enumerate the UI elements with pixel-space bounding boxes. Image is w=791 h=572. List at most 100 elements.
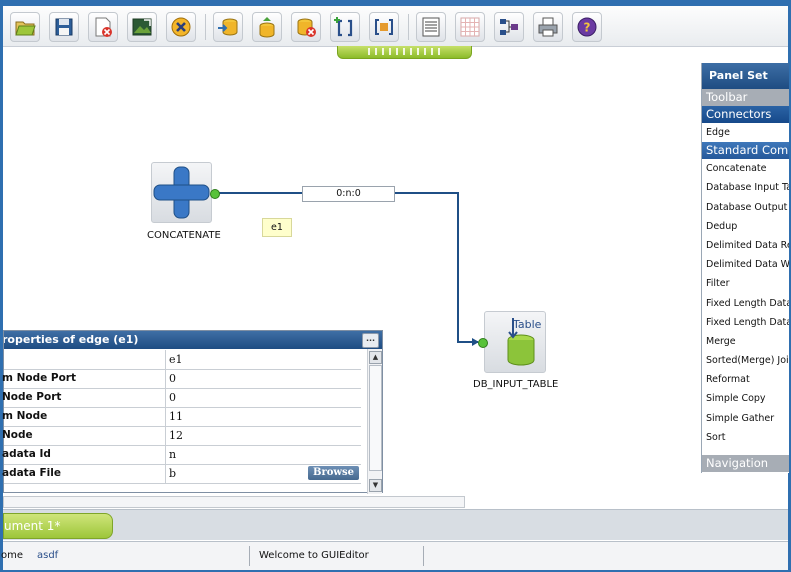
- graph-layout-button[interactable]: [494, 12, 524, 42]
- palette-item[interactable]: Database Output T: [702, 198, 789, 217]
- grid-button[interactable]: [455, 12, 485, 42]
- plus-cross-icon: [153, 166, 210, 219]
- grid-icon: [460, 17, 480, 37]
- main-toolbar: ?: [3, 6, 788, 47]
- palette-item[interactable]: Database Input Ta: [702, 178, 789, 197]
- status-divider: [423, 546, 424, 566]
- scroll-thumb[interactable]: [369, 365, 382, 471]
- status-home: ome: [1, 550, 24, 561]
- palette-item[interactable]: Sort: [702, 428, 789, 447]
- property-name: m Node Port: [2, 372, 76, 384]
- property-value[interactable]: 0: [165, 369, 361, 388]
- properties-menu-button[interactable]: ...: [362, 333, 379, 348]
- property-name: Node Port: [2, 391, 62, 403]
- close-file-icon: [95, 17, 112, 37]
- upload-db-button[interactable]: [252, 12, 282, 42]
- palette-item[interactable]: Sorted(Merge) Joir: [702, 351, 789, 370]
- palette-item[interactable]: Concatenate: [702, 159, 789, 178]
- close-file-button[interactable]: [88, 12, 118, 42]
- list-view-button[interactable]: [416, 12, 446, 42]
- property-name: m Node: [2, 410, 48, 422]
- panel-set-title: Panel Set: [702, 63, 789, 89]
- palette-item[interactable]: Fixed Length Data: [702, 313, 789, 332]
- status-bar: ome asdf Welcome to GUIEditor: [1, 541, 788, 570]
- help-button[interactable]: ?: [572, 12, 602, 42]
- property-name: adata File: [2, 467, 61, 479]
- panel-set: Panel Set Toolbar Connectors Edge Standa…: [701, 63, 789, 473]
- table-icon-text: Table: [513, 318, 542, 331]
- properties-title: roperties of edge (e1): [4, 333, 139, 346]
- palette-item[interactable]: Delimited Data Re: [702, 236, 789, 255]
- palette-item[interactable]: Fixed Length Data: [702, 294, 789, 313]
- export-image-button[interactable]: [127, 12, 157, 42]
- section-navigation[interactable]: Navigation: [702, 455, 789, 472]
- section-connectors[interactable]: Connectors: [702, 106, 789, 123]
- open-icon: [15, 21, 36, 36]
- property-name: Node: [2, 429, 33, 441]
- properties-scrollbar[interactable]: ▲ ▼: [367, 349, 382, 494]
- status-user[interactable]: asdf: [37, 542, 58, 570]
- cancel-button[interactable]: [166, 12, 196, 42]
- property-row: Node Port 0: [2, 388, 361, 408]
- add-bracket-button[interactable]: [330, 12, 360, 42]
- print-icon: [538, 17, 558, 37]
- property-value[interactable]: b Browse: [165, 464, 361, 483]
- canvas-horizontal-scrollbar[interactable]: [3, 496, 465, 508]
- graph-layout-icon: [500, 19, 518, 35]
- print-button[interactable]: [533, 12, 563, 42]
- import-db-icon: [218, 18, 238, 36]
- property-row: m Node 11: [2, 407, 361, 427]
- properties-title-bar: roperties of edge (e1) ...: [4, 331, 382, 349]
- db-input-table-node[interactable]: Table: [484, 311, 546, 373]
- input-port[interactable]: [478, 338, 488, 348]
- property-row: m Node Port 0: [2, 369, 361, 389]
- section-standard-components[interactable]: Standard Comp: [702, 142, 789, 160]
- property-row: Node 12: [2, 426, 361, 446]
- status-message: Welcome to GUIEditor: [259, 550, 369, 561]
- save-button[interactable]: [49, 12, 79, 42]
- property-value[interactable]: 12: [165, 426, 361, 445]
- section-toolbar[interactable]: Toolbar: [702, 89, 789, 106]
- edge-id-tag[interactable]: e1: [262, 218, 292, 237]
- concatenate-label: CONCATENATE: [147, 230, 221, 241]
- metadata-file-value: b: [169, 467, 177, 480]
- palette-item[interactable]: Filter: [702, 274, 789, 293]
- concatenate-node[interactable]: [151, 162, 212, 223]
- open-button[interactable]: [10, 12, 40, 42]
- bracket-block-icon: [375, 19, 393, 35]
- property-value[interactable]: 11: [165, 407, 361, 426]
- palette-item[interactable]: Delimited Data Wri: [702, 255, 789, 274]
- export-icon: [132, 18, 152, 36]
- palette-item[interactable]: Dedup: [702, 217, 789, 236]
- palette-item[interactable]: Simple Gather: [702, 409, 789, 428]
- delete-db-button[interactable]: [291, 12, 321, 42]
- property-value[interactable]: 0: [165, 388, 361, 407]
- add-bracket-icon: [334, 17, 353, 37]
- edge-properties-panel: roperties of edge (e1) ... e1 m Node Por…: [2, 330, 383, 494]
- document-tab-bar: ument 1*: [3, 509, 788, 540]
- palette-item[interactable]: Merge: [702, 332, 789, 351]
- palette-item-edge[interactable]: Edge: [702, 123, 789, 142]
- help-icon: ?: [577, 17, 597, 37]
- tab-document-1[interactable]: ument 1*: [3, 513, 113, 539]
- bracket-block-button[interactable]: [369, 12, 399, 42]
- scroll-down-icon[interactable]: ▼: [369, 479, 382, 492]
- property-value[interactable]: n: [165, 445, 361, 464]
- edge-cardinality-label[interactable]: 0:n:0: [302, 186, 395, 202]
- toolbar-separator: [408, 14, 409, 40]
- toolbar-separator: [205, 14, 206, 40]
- status-divider: [249, 546, 250, 566]
- output-port[interactable]: [210, 189, 220, 199]
- import-db-button[interactable]: [213, 12, 243, 42]
- db-input-table-label: DB_INPUT_TABLE: [473, 379, 559, 390]
- cancel-icon: [171, 17, 191, 37]
- browse-button[interactable]: Browse: [308, 466, 359, 480]
- canvas-handle-tab[interactable]: [337, 46, 472, 59]
- palette-item[interactable]: Simple Copy: [702, 389, 789, 408]
- property-row: adata Id n: [2, 445, 361, 465]
- upload-db-icon: [259, 17, 275, 38]
- property-name: [2, 350, 165, 369]
- palette-item[interactable]: Reformat: [702, 370, 789, 389]
- scroll-up-icon[interactable]: ▲: [369, 351, 382, 364]
- property-value[interactable]: e1: [165, 350, 361, 369]
